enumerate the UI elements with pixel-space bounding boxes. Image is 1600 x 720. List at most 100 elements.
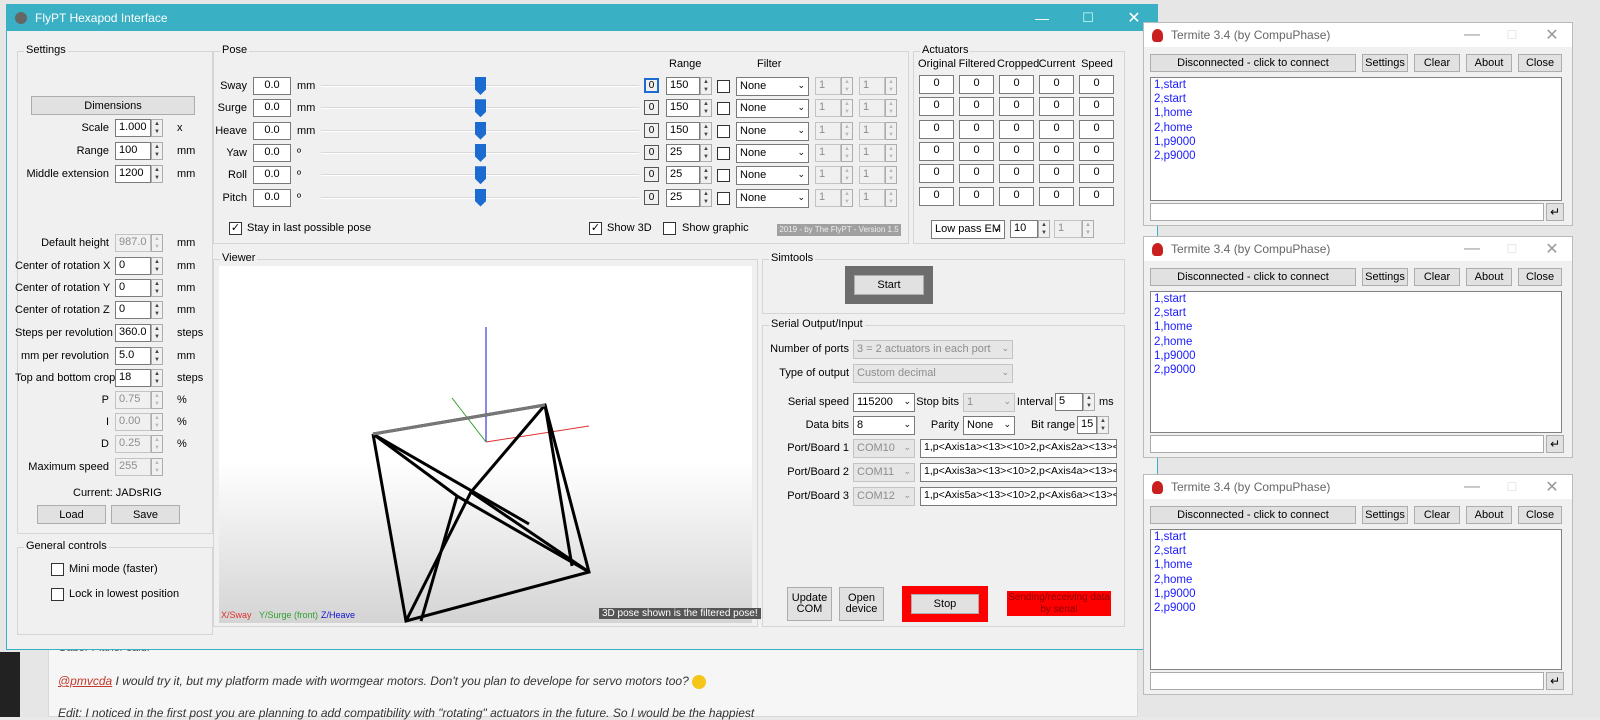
terminal-send-input[interactable] xyxy=(1150,203,1544,221)
terminal-send-input[interactable] xyxy=(1150,435,1544,453)
data-bits-dropdown[interactable]: 8 ⌄ xyxy=(853,416,915,435)
p-spinner[interactable]: ▲ ▼ xyxy=(151,391,163,409)
pose-pitch-range[interactable]: 25 xyxy=(666,188,700,207)
pose-yaw-filter-spinner-1[interactable]: ▲ ▼ xyxy=(841,143,853,162)
corz-spinner[interactable]: ▲ ▼ xyxy=(151,301,163,319)
forum-mention-link[interactable]: @pmvcda xyxy=(58,674,112,688)
pose-heave-filter-checkbox[interactable] xyxy=(717,124,730,138)
ports-dropdown[interactable]: 3 = 2 actuators in each port ⌄ xyxy=(853,340,1013,359)
pose-heave-range[interactable]: 150 xyxy=(666,121,700,140)
pose-surge-value[interactable]: 0.0 xyxy=(253,99,291,118)
connect-button[interactable]: Disconnected - click to connect xyxy=(1150,54,1356,72)
show-graphic-checkbox[interactable] xyxy=(663,222,676,235)
pose-roll-filter-spinner-1[interactable]: ▲ ▼ xyxy=(841,166,853,185)
pose-pitch-value[interactable]: 0.0 xyxy=(253,188,291,207)
d-spinner[interactable]: ▲ ▼ xyxy=(151,435,163,453)
minimize-button[interactable]: — xyxy=(1452,240,1492,258)
pose-surge-range-spinner[interactable]: ▲ ▼ xyxy=(700,99,712,118)
open-device-button[interactable]: Open device xyxy=(839,587,884,621)
pose-roll-range-spinner[interactable]: ▲ ▼ xyxy=(700,166,712,185)
port-board-3-format-input[interactable]: 1,p<Axis5a><13><10>2,p<Axis6a><13><10> xyxy=(920,487,1117,506)
bit-range-input[interactable]: 15 xyxy=(1077,416,1097,434)
pose-yaw-filter-checkbox[interactable] xyxy=(717,146,730,160)
pose-heave-value[interactable]: 0.0 xyxy=(253,121,291,140)
send-enter-button[interactable]: ↵ xyxy=(1546,672,1564,690)
pose-pitch-filter-dropdown[interactable]: None ⌄ xyxy=(736,188,809,208)
port-board-3-com-dropdown[interactable]: COM12 ⌄ xyxy=(853,487,915,506)
cory-spinner[interactable]: ▲ ▼ xyxy=(151,279,163,297)
port-board-2-com-dropdown[interactable]: COM11 ⌄ xyxy=(853,463,915,482)
terminal-output[interactable]: 1,start 2,start 1,home 2,home 1,p9000 2,p9000 xyxy=(1150,529,1562,670)
actuator-filter-spinner-2[interactable]: ▲ ▼ xyxy=(1082,220,1094,238)
termite-titlebar[interactable]: Termite 3.4 (by CompuPhase) — ☐ ✕ xyxy=(1144,475,1572,499)
close-button[interactable]: ✕ xyxy=(1532,239,1572,259)
mmrev-spinner[interactable]: ▲ ▼ xyxy=(151,347,163,365)
stop-button[interactable]: Stop xyxy=(911,594,979,614)
lock-lowest-checkbox[interactable] xyxy=(51,588,64,601)
interval-spinner[interactable]: ▲ ▼ xyxy=(1083,393,1095,411)
p-input[interactable]: 0.75 xyxy=(115,391,151,409)
pose-pitch-filter-param-1[interactable]: 1 xyxy=(815,188,841,207)
maximize-button[interactable]: ☐ xyxy=(1492,28,1532,42)
connect-button[interactable]: Disconnected - click to connect xyxy=(1150,268,1356,286)
parity-dropdown[interactable]: None ⌄ xyxy=(963,416,1015,435)
serial-speed-dropdown[interactable]: 115200 ⌄ xyxy=(853,393,915,412)
crop-spinner[interactable]: ▲ ▼ xyxy=(151,369,163,387)
termite-titlebar[interactable]: Termite 3.4 (by CompuPhase) — ☐ ✕ xyxy=(1144,237,1572,261)
pose-sway-value[interactable]: 0.0 xyxy=(253,77,291,95)
pose-yaw-zero-button[interactable]: 0 xyxy=(644,144,659,160)
close-connection-button[interactable]: Close xyxy=(1518,506,1562,524)
pose-heave-filter-dropdown[interactable]: None ⌄ xyxy=(736,121,809,141)
maximize-button[interactable]: ☐ xyxy=(1065,10,1111,26)
pose-heave-range-spinner[interactable]: ▲ ▼ xyxy=(700,121,712,140)
port-board-1-format-input[interactable]: 1,p<Axis1a><13><10>2,p<Axis2a><13><10> xyxy=(920,439,1117,458)
range-spinner[interactable]: ▲ ▼ xyxy=(151,142,163,160)
viewer-canvas[interactable]: X/Sway Y/Surge (front) Z/Heave 3D pose s… xyxy=(219,266,761,623)
close-button[interactable]: ✕ xyxy=(1532,477,1572,497)
cory-input[interactable]: 0 xyxy=(115,279,151,297)
i-spinner[interactable]: ▲ ▼ xyxy=(151,413,163,431)
maximize-button[interactable]: ☐ xyxy=(1492,480,1532,494)
termite-titlebar[interactable]: Termite 3.4 (by CompuPhase) — ☐ ✕ xyxy=(1144,23,1572,47)
settings-button[interactable]: Settings xyxy=(1362,54,1408,72)
pose-pitch-filter-param-2[interactable]: 1 xyxy=(859,188,885,207)
settings-button[interactable]: Settings xyxy=(1362,506,1408,524)
pose-heave-zero-button[interactable]: 0 xyxy=(644,122,659,138)
mini-mode-checkbox[interactable] xyxy=(51,563,64,576)
pose-heave-filter-param-1[interactable]: 1 xyxy=(815,121,841,140)
save-button[interactable]: Save xyxy=(111,505,180,524)
pose-surge-filter-param-1[interactable]: 1 xyxy=(815,99,841,118)
pose-yaw-filter-spinner-2[interactable]: ▲ ▼ xyxy=(885,143,897,162)
actuator-filter-value-1[interactable]: 10 xyxy=(1010,220,1038,238)
pose-surge-filter-param-2[interactable]: 1 xyxy=(859,99,885,118)
corx-input[interactable]: 0 xyxy=(115,257,151,275)
pose-surge-filter-dropdown[interactable]: None ⌄ xyxy=(736,99,809,119)
pose-surge-range[interactable]: 150 xyxy=(666,99,700,118)
simtools-start-button[interactable]: Start xyxy=(854,275,924,295)
pose-roll-zero-button[interactable]: 0 xyxy=(644,167,659,183)
i-input[interactable]: 0.00 xyxy=(115,413,151,431)
pose-pitch-zero-button[interactable]: 0 xyxy=(644,189,659,205)
clear-button[interactable]: Clear xyxy=(1414,506,1460,524)
connect-button[interactable]: Disconnected - click to connect xyxy=(1150,506,1356,524)
corx-spinner[interactable]: ▲ ▼ xyxy=(151,257,163,275)
mmrev-input[interactable]: 5.0 xyxy=(115,347,151,365)
middle-spinner[interactable]: ▲ ▼ xyxy=(151,165,163,183)
range-input[interactable]: 100 xyxy=(115,142,151,160)
pose-heave-filter-param-2[interactable]: 1 xyxy=(859,121,885,140)
pose-pitch-filter-spinner-1[interactable]: ▲ ▼ xyxy=(841,188,853,207)
scale-input[interactable]: 1.000 xyxy=(115,119,151,137)
pose-heave-filter-spinner-2[interactable]: ▲ ▼ xyxy=(885,121,897,140)
pose-roll-filter-param-2[interactable]: 1 xyxy=(859,166,885,185)
send-enter-button[interactable]: ↵ xyxy=(1546,203,1564,221)
pose-roll-filter-dropdown[interactable]: None ⌄ xyxy=(736,166,809,186)
send-enter-button[interactable]: ↵ xyxy=(1546,435,1564,453)
close-button[interactable]: ✕ xyxy=(1532,25,1572,45)
middle-input[interactable]: 1200 xyxy=(115,165,151,183)
close-connection-button[interactable]: Close xyxy=(1518,268,1562,286)
d-input[interactable]: 0.25 xyxy=(115,435,151,453)
stop-bits-dropdown[interactable]: 1 ⌄ xyxy=(963,393,1015,412)
steps-spinner[interactable]: ▲ ▼ xyxy=(151,324,163,342)
maxspeed-input[interactable]: 255 xyxy=(115,458,151,476)
pose-yaw-filter-dropdown[interactable]: None ⌄ xyxy=(736,143,809,163)
